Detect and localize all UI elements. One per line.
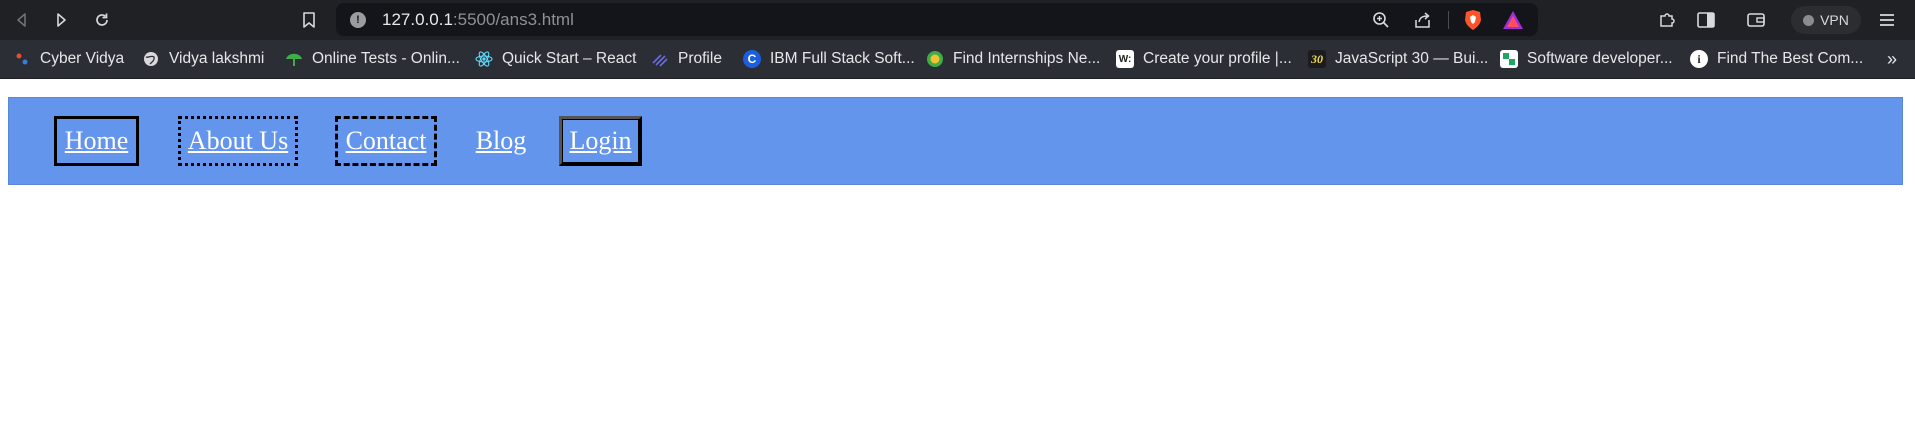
bookmark-label: Profile	[678, 50, 722, 67]
bookmark-item[interactable]: 30 JavaScript 30 — Bui...	[1308, 40, 1488, 78]
bookmark-label: Cyber Vidya	[40, 50, 125, 67]
globe-icon	[142, 50, 160, 68]
bookmark-item[interactable]: i Find The Best Com...	[1690, 40, 1863, 78]
url-text[interactable]: 127.0.0.1:5500/ans3.html	[382, 10, 574, 30]
zoom-icon[interactable]	[1368, 7, 1394, 33]
brave-shield-icon[interactable]	[1460, 7, 1486, 33]
reload-icon[interactable]	[89, 7, 115, 33]
bookmark-label: Find The Best Com...	[1717, 50, 1864, 67]
info-circle-icon: i	[1690, 50, 1708, 68]
react-icon	[475, 50, 493, 68]
info-icon[interactable]: !	[350, 11, 366, 28]
vpn-status-icon	[1803, 14, 1815, 26]
address-bar[interactable]: ! 127.0.0.1:5500/ans3.html	[336, 3, 1538, 36]
nav-link-home[interactable]: Home	[54, 116, 139, 166]
brave-rewards-icon[interactable]	[1500, 7, 1526, 33]
vpn-button[interactable]: VPN	[1791, 6, 1861, 34]
bookmark-label: Create your profile |...	[1143, 50, 1292, 67]
bookmark-item[interactable]: W: Create your profile |...	[1116, 40, 1292, 78]
bookmark-item[interactable]: Software developer...	[1500, 40, 1673, 78]
menu-icon[interactable]	[1874, 7, 1900, 33]
vpn-label: VPN	[1820, 12, 1849, 28]
w-site-icon: W:	[1116, 50, 1134, 68]
bookmark-item[interactable]: Online Tests - Onlin...	[285, 40, 460, 78]
back-icon[interactable]	[9, 7, 35, 33]
bookmarks-bar: Cyber Vidya Vidya lakshmi Online Tests -…	[0, 40, 1915, 79]
bookmark-label: IBM Full Stack Soft...	[770, 50, 915, 67]
browser-toolbar: ! 127.0.0.1:5500/ans3.html VPN	[0, 0, 1915, 40]
bookmark-label: Software developer...	[1527, 50, 1673, 67]
nav-bar: Home About Us Contact Blog Login	[8, 97, 1903, 185]
nav-link-login[interactable]: Login	[559, 116, 642, 166]
bookmark-item[interactable]: C IBM Full Stack Soft...	[743, 40, 915, 78]
bookmark-item[interactable]: Find Internships Ne...	[926, 40, 1100, 78]
sidebar-icon[interactable]	[1693, 7, 1719, 33]
job-site-icon	[1500, 50, 1518, 68]
bookmark-item[interactable]: Vidya lakshmi	[142, 40, 264, 78]
share-icon[interactable]	[1410, 7, 1436, 33]
bookmark-label: Online Tests - Onlin...	[312, 50, 460, 67]
cybervidya-icon	[13, 50, 31, 68]
divider	[1448, 11, 1449, 29]
bookmark-label: JavaScript 30 — Bui...	[1335, 50, 1489, 67]
bookmark-icon[interactable]	[296, 7, 322, 33]
more-bookmarks-icon[interactable]: »	[1887, 40, 1897, 78]
profile-site-icon	[651, 50, 669, 68]
javascript30-icon: 30	[1308, 50, 1326, 68]
coursera-icon: C	[743, 50, 761, 68]
forward-icon[interactable]	[48, 7, 74, 33]
wallet-icon[interactable]	[1743, 7, 1769, 33]
bookmark-label: Quick Start – React	[502, 50, 637, 67]
bookmark-item[interactable]: Cyber Vidya	[13, 40, 124, 78]
bookmark-label: Vidya lakshmi	[169, 50, 265, 67]
online-tests-icon	[285, 50, 303, 68]
page-content: Home About Us Contact Blog Login	[0, 79, 1915, 438]
nav-link-about-us[interactable]: About Us	[178, 116, 298, 166]
bookmark-item[interactable]: Quick Start – React	[475, 40, 636, 78]
nav-link-blog[interactable]: Blog	[471, 116, 531, 166]
internshala-icon	[926, 50, 944, 68]
bookmark-label: Find Internships Ne...	[953, 50, 1101, 67]
nav-link-contact[interactable]: Contact	[335, 116, 437, 166]
bookmark-item[interactable]: Profile	[651, 40, 722, 78]
extensions-icon[interactable]	[1654, 7, 1680, 33]
